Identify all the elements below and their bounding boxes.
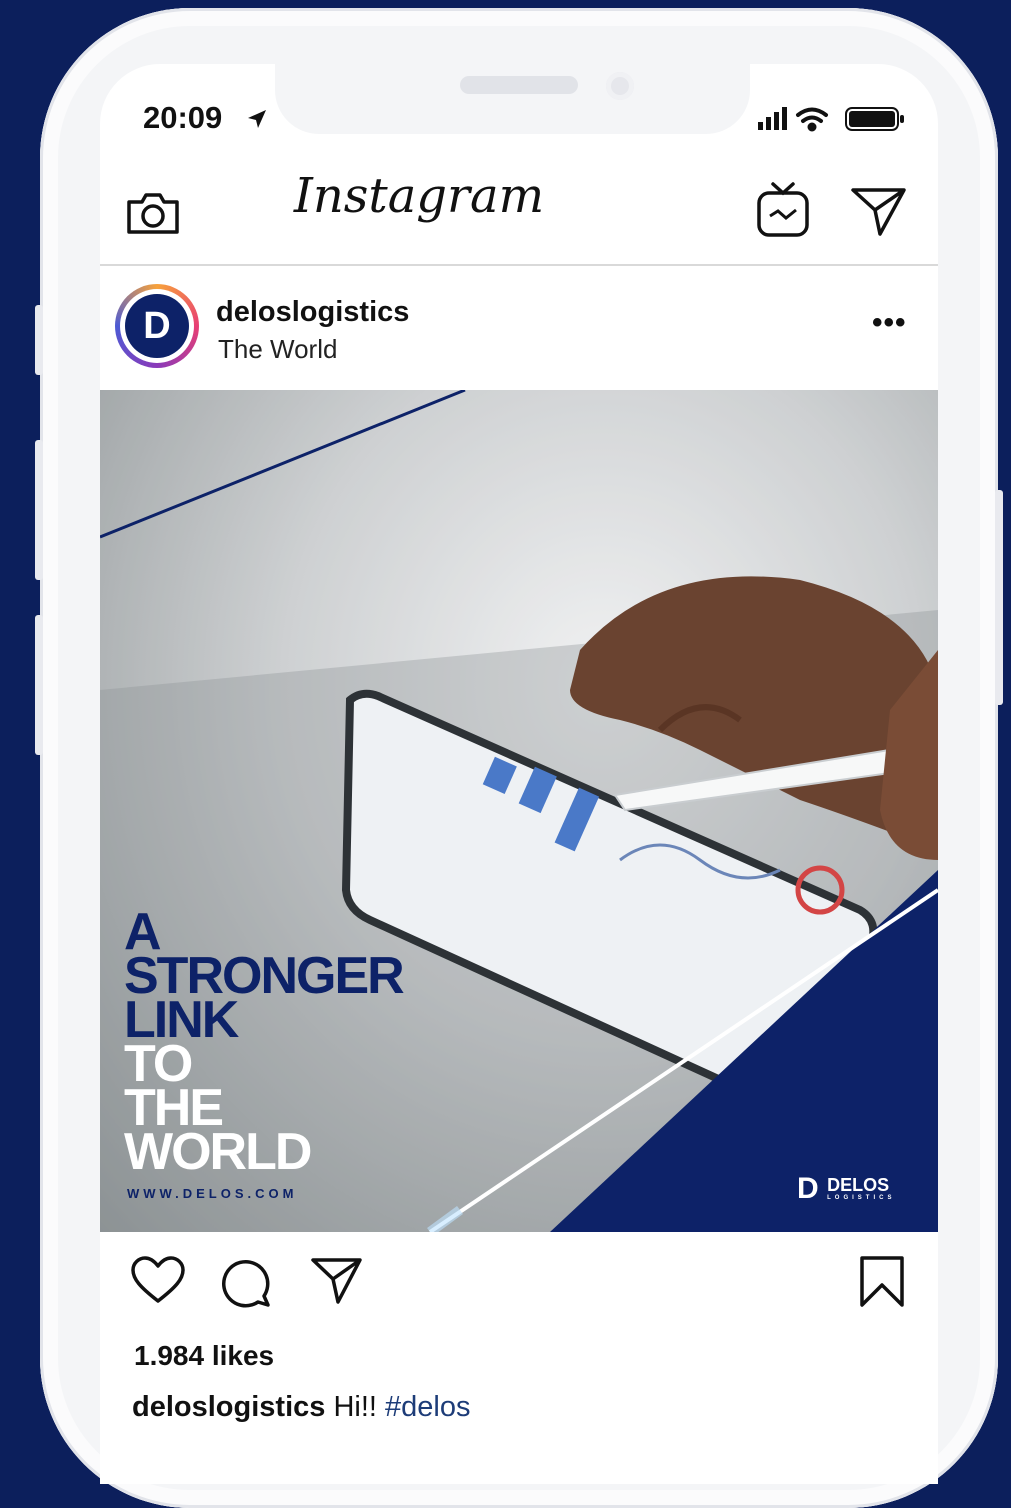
status-indicators: [758, 107, 904, 132]
front-camera: [606, 72, 634, 100]
igtv-icon[interactable]: [756, 180, 810, 238]
volume-up-button: [35, 440, 43, 580]
notch: [275, 56, 750, 134]
comment-icon[interactable]: [220, 1256, 272, 1308]
headline-line: WORLD: [124, 1123, 312, 1181]
post-url: WWW.DELOS.COM: [127, 1186, 298, 1201]
post-brand-logo: D DELOS LOGISTICS: [797, 1172, 895, 1206]
caption-hashtag[interactable]: #delos: [385, 1391, 470, 1423]
earpiece-speaker: [460, 76, 578, 94]
post-image[interactable]: A STRONGER LINK TO THE WORLD WWW.DELOS.C…: [100, 390, 938, 1232]
battery-icon: [845, 107, 904, 131]
volume-down-button: [35, 615, 43, 755]
power-button: [995, 490, 1003, 705]
likes-count[interactable]: 1.984 likes: [134, 1340, 274, 1372]
caption-text: Hi!!: [333, 1391, 377, 1423]
wifi-icon: [796, 107, 828, 132]
avatar[interactable]: D: [115, 284, 199, 368]
mute-switch: [35, 305, 43, 375]
more-icon[interactable]: •••: [872, 306, 907, 340]
avatar-logo: D: [125, 294, 189, 358]
status-time: 20:09: [143, 100, 223, 135]
post-caption: deloslogistics Hi!! #delos: [132, 1391, 470, 1424]
post-username[interactable]: deloslogistics: [216, 296, 409, 329]
instagram-logo: Instagram: [293, 168, 545, 224]
brand-sub: LOGISTICS: [827, 1195, 896, 1201]
brand-mark: D: [797, 1172, 819, 1205]
post-location[interactable]: The World: [218, 334, 337, 365]
share-icon[interactable]: [310, 1256, 364, 1306]
caption-username[interactable]: deloslogistics: [132, 1391, 325, 1423]
signal-icon: [758, 107, 787, 130]
bookmark-icon[interactable]: [858, 1255, 906, 1309]
heart-icon[interactable]: [130, 1255, 186, 1305]
post-headline: A STRONGER LINK TO THE WORLD: [124, 906, 405, 1181]
brand-name: DELOS: [827, 1175, 890, 1195]
direct-send-icon[interactable]: [850, 186, 908, 238]
location-arrow-icon: [248, 110, 266, 128]
